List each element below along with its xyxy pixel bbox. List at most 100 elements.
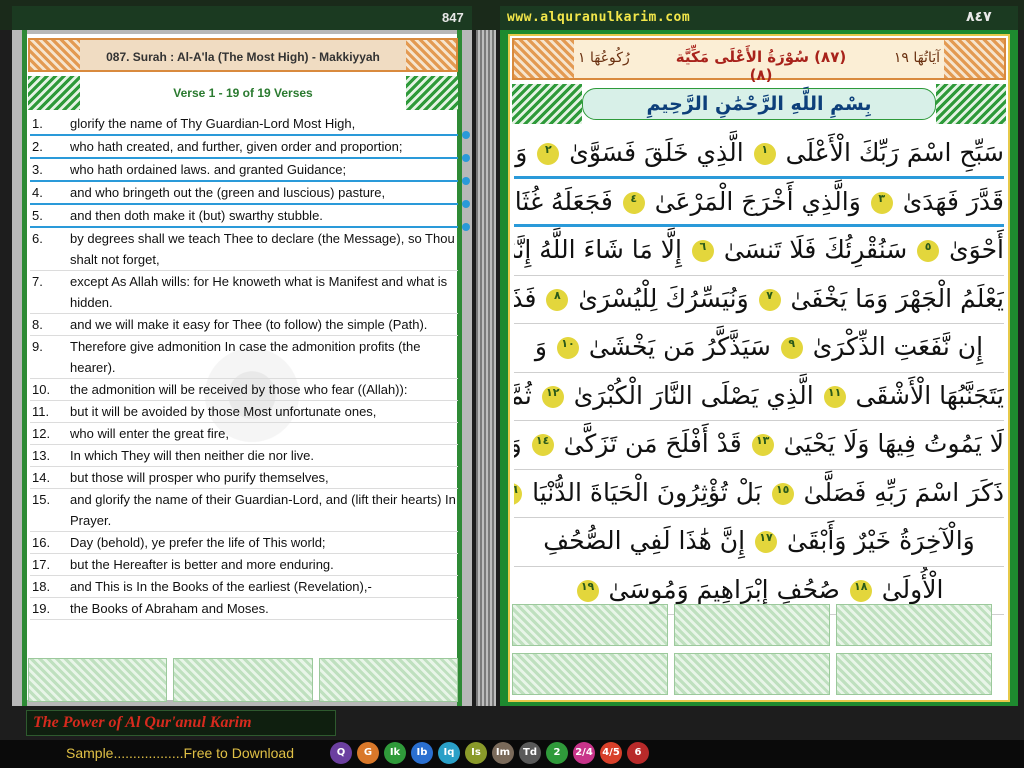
arabic-segment: صُحُفِ إِبْرَاهِيمَ وَمُوسَىٰ	[608, 574, 840, 604]
toolbar-button-iq[interactable]: Iq	[438, 742, 460, 764]
verse-count: Verse 1 - 19 of 19 Verses	[173, 86, 313, 100]
toolbar-button-im[interactable]: Im	[492, 742, 514, 764]
right-page-number: ٨٤٧	[966, 9, 992, 25]
verse-row[interactable]: 9. Therefore give admonition In case the …	[30, 336, 458, 379]
verse-row[interactable]: 19. the Books of Abraham and Moses.	[30, 598, 458, 620]
arabic-line[interactable]: يَتَجَنَّبُهَا الْأَشْقَى ١١ الَّذِي يَص…	[514, 373, 1004, 421]
verse-row[interactable]: 3. who hath ordained laws. and granted Gu…	[30, 159, 470, 185]
verse-row[interactable]: 16. Day (behold), ye prefer the life of T…	[30, 532, 458, 554]
site-url-link[interactable]: www.alquranulkarim.com	[507, 10, 690, 25]
verse-number: 16.	[32, 535, 51, 550]
page-footer-ornament	[28, 658, 458, 702]
arabic-segment: الْأُولَىٰ	[881, 574, 944, 604]
arabic-segment: سَبِّحِ اسْمَ رَبِّكَ الْأَعْلَى	[785, 138, 1004, 167]
verse-row[interactable]: 11. but it will be avoided by those Most …	[30, 401, 458, 423]
verse-row[interactable]: 8. and we will make it easy for Thee (to …	[30, 314, 458, 336]
verse-row[interactable]: 17. but the Hereafter is better and more …	[30, 554, 458, 576]
toolbar-button-g[interactable]: G	[357, 742, 379, 764]
arabic-line[interactable]: إِن نَّفَعَتِ الذِّكْرَىٰ ٩ سَيَذَّكَّرُ…	[514, 324, 1004, 373]
verse-row[interactable]: 15. and glorify the name of their Guardia…	[30, 489, 458, 532]
verse-text: but the Hereafter is better and more end…	[70, 557, 334, 572]
verse-number: 7.	[32, 274, 43, 289]
footer-tile	[674, 653, 830, 695]
verse-row[interactable]: 7. except As Allah wills: for He knoweth …	[30, 271, 458, 314]
arabic-segment: يَتَجَنَّبُهَا الْأَشْقَى	[855, 380, 1004, 410]
verse-text: and we will make it easy for Thee (to fo…	[70, 317, 428, 332]
arabic-segment: قَدْ أَفْلَحَ مَن تَزَكَّىٰ	[563, 429, 742, 458]
book-spine	[476, 30, 496, 706]
toolbar-button-td[interactable]: Td	[519, 742, 541, 764]
ayah-marker-icon: ١٠	[556, 337, 579, 359]
verse-row[interactable]: 18. and This is In the Books of the earli…	[30, 576, 458, 598]
verse-text: In which They will then neither die nor …	[70, 448, 314, 463]
arabic-line[interactable]: ذَكَرَ اسْمَ رَبِّهِ فَصَلَّىٰ ١٥ بَلْ ت…	[514, 470, 1004, 518]
arabic-segment: وَ	[514, 429, 522, 458]
footer-tile	[674, 604, 830, 646]
toolbar-button-q[interactable]: Q	[330, 742, 352, 764]
verse-number: 12.	[32, 426, 51, 441]
arabic-segment: وَالَّذِي أَخْرَجَ الْمَرْعَىٰ	[654, 186, 861, 216]
verse-number: 14.	[32, 470, 51, 485]
verse-text: and then doth make it (but) swarthy stub…	[70, 208, 323, 223]
arabic-line[interactable]: أَحْوَىٰ ٥ سَنُقْرِئُكَ فَلَا تَنسَىٰ ٦ …	[514, 227, 1004, 276]
arabic-segment: أَحْوَىٰ	[949, 235, 1004, 264]
verse-row[interactable]: 14. but those will prosper who purify the…	[30, 467, 458, 489]
toolbar-button-4-5[interactable]: 4/5	[600, 742, 622, 764]
footer-tile	[512, 604, 668, 646]
ayah-marker-icon: ١٤	[531, 434, 554, 456]
verse-row[interactable]: 5. and then doth make it (but) swarthy st…	[30, 205, 470, 231]
verse-row[interactable]: 13. In which They will then neither die n…	[30, 445, 458, 467]
arabic-segment: وَ	[534, 332, 547, 361]
arabic-segment: الَّذِي خَلَقَ فَسَوَّىٰ	[569, 138, 744, 167]
footer-tile	[836, 653, 992, 695]
toolbar-button-6[interactable]: 6	[627, 742, 649, 764]
toolbar-button-ik[interactable]: Ik	[384, 742, 406, 764]
verse-row[interactable]: 6. by degrees shall we teach Thee to decl…	[30, 228, 458, 271]
verse-row[interactable]: 2. who hath created, and further, given o…	[30, 136, 470, 162]
arabic-surah-name: (٨٧) سُوْرَةُ الأَعْلَى مَكِّيَّة (٨)	[675, 48, 847, 84]
arabic-segment: إِنَّ هَٰذَا لَفِي الصُّحُفِ	[543, 526, 746, 555]
toolbar-button-ib[interactable]: Ib	[411, 742, 433, 764]
quran-reader-window: 847 www.alquranulkarim.com ٨٤٧ 087. Sura…	[0, 0, 1024, 768]
arabic-line[interactable]: قَدَّرَ فَهَدَىٰ ٣ وَالَّذِي أَخْرَجَ ال…	[514, 179, 1004, 227]
verse-row[interactable]: 4. and who bringeth out the (green and lu…	[30, 182, 470, 208]
left-page-number: 847	[442, 10, 464, 25]
arabic-segment: إِن نَّفَعَتِ الذِّكْرَىٰ	[812, 332, 984, 361]
verse-number: 1.	[32, 116, 43, 131]
ayah-marker-icon: ١٧	[754, 531, 777, 553]
verse-number: 3.	[32, 162, 43, 177]
verse-number: 13.	[32, 448, 51, 463]
arabic-text-lines: سَبِّحِ اسْمَ رَبِّكَ الْأَعْلَى ١ الَّذ…	[514, 130, 1004, 615]
footer-tile	[836, 604, 992, 646]
arabic-line[interactable]: سَبِّحِ اسْمَ رَبِّكَ الْأَعْلَى ١ الَّذ…	[514, 130, 1004, 179]
verse-number: 2.	[32, 139, 43, 154]
verse-number: 10.	[32, 382, 51, 397]
verse-number: 19.	[32, 601, 51, 616]
ayah-marker-icon: ١٥	[771, 482, 794, 505]
top-bar: 847 www.alquranulkarim.com ٨٤٧	[0, 0, 1024, 30]
toolbar-button-2[interactable]: 2	[546, 742, 568, 764]
verse-row[interactable]: 10. the admonition will be received by th…	[30, 379, 458, 401]
toolbar-button-is[interactable]: Is	[465, 742, 487, 764]
ayah-marker-icon: ٥	[917, 240, 940, 262]
arabic-surah-header: رُكُوعُهَا ١ (٨٧) سُوْرَةُ الأَعْلَى مَك…	[512, 38, 1006, 84]
arabic-segment: فَذَكِّرْ	[514, 283, 537, 313]
verse-range-header: Verse 1 - 19 of 19 Verses	[28, 76, 458, 110]
verse-number: 9.	[32, 339, 43, 354]
arabic-line[interactable]: وَالْآخِرَةُ خَيْرٌ وَأَبْقَىٰ ١٧ إِنَّ …	[514, 518, 1004, 567]
arabic-segment: وَالَّذِي	[514, 138, 528, 167]
arabic-segment: وَالْآخِرَةُ خَيْرٌ وَأَبْقَىٰ	[786, 526, 975, 555]
arabic-line[interactable]: لَا يَمُوتُ فِيهَا وَلَا يَحْيَىٰ ١٣ قَد…	[514, 421, 1004, 470]
toolbar-button-2-4[interactable]: 2/4	[573, 742, 595, 764]
verse-text: the Books of Abraham and Moses.	[70, 601, 269, 616]
verse-row[interactable]: 12. who will enter the great fire,	[30, 423, 458, 445]
verse-number: 6.	[32, 231, 43, 246]
verse-list: 1. glorify the name of Thy Guardian-Lord …	[30, 113, 470, 620]
verse-row[interactable]: 1. glorify the name of Thy Guardian-Lord …	[30, 113, 470, 139]
ayat-count: آيَاتُهَا ١٩	[893, 50, 940, 66]
ayah-marker-icon: ١٦	[514, 482, 523, 505]
ayah-marker-icon: ٢	[537, 143, 560, 165]
arabic-line[interactable]: يَعْلَمُ الْجَهْرَ وَمَا يَخْفَىٰ ٧ وَنُ…	[514, 276, 1004, 324]
ornament-left-icon	[512, 84, 582, 124]
verse-text: by degrees shall we teach Thee to declar…	[70, 231, 455, 267]
